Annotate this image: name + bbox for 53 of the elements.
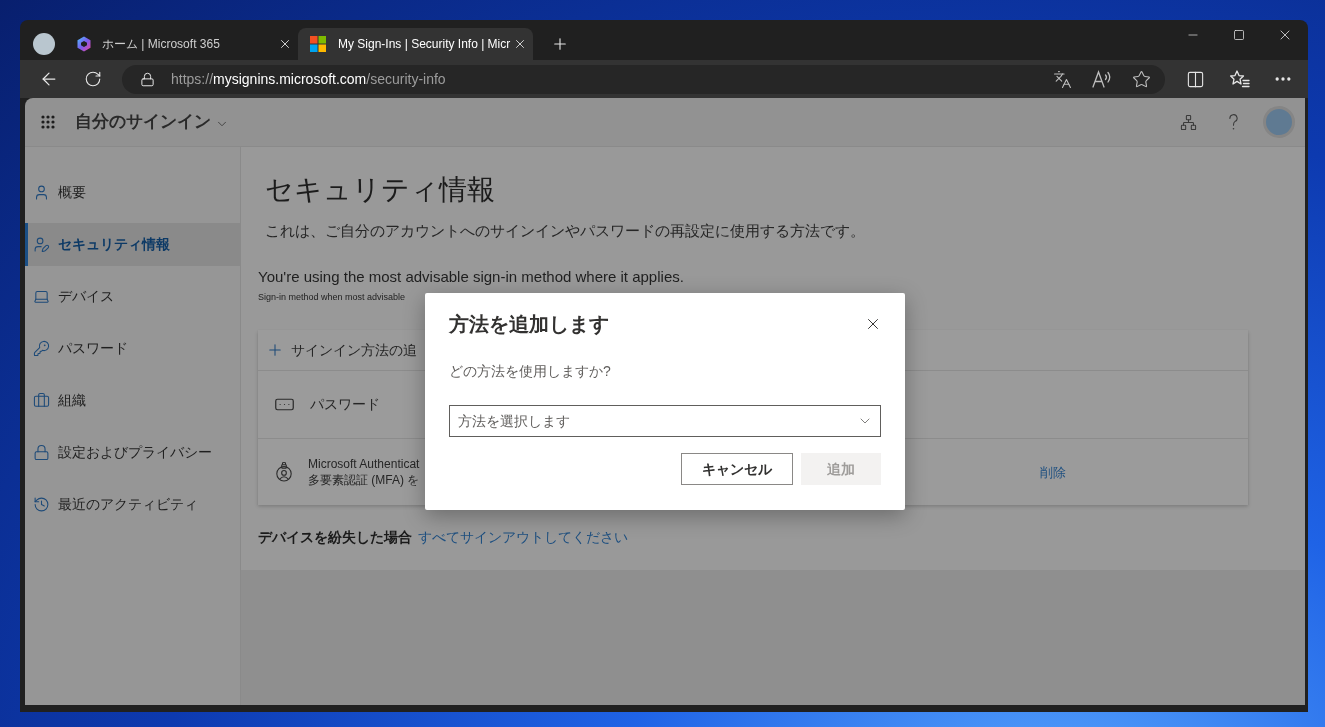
maximize-icon[interactable] <box>1233 29 1245 41</box>
dialog-title: 方法を追加します <box>449 312 609 337</box>
person-pen-icon <box>33 236 50 253</box>
split-screen-icon[interactable] <box>1185 69 1205 89</box>
close-icon[interactable] <box>513 37 527 51</box>
url-text: https://mysignins.microsoft.com/security-info <box>171 69 446 89</box>
method-name: パスワード <box>310 395 380 414</box>
delete-link[interactable]: 削除 <box>1040 465 1066 480</box>
star-list-icon[interactable] <box>1230 70 1250 88</box>
lost-device-label: デバイスを紛失した場合 <box>258 527 412 547</box>
refresh-icon[interactable] <box>84 70 102 88</box>
new-tab-icon[interactable] <box>551 35 569 53</box>
cancel-button[interactable]: キャンセル <box>681 453 793 485</box>
app-title-button[interactable]: 自分のサインイン <box>75 109 229 135</box>
page-description: これは、ご自分のアカウントへのサインインやパスワードの再設定に使用する方法です。 <box>265 221 865 241</box>
person-lock-icon <box>275 462 293 482</box>
app-launcher-icon[interactable] <box>41 115 55 129</box>
briefcase-icon <box>33 392 50 409</box>
laptop-icon <box>33 288 50 305</box>
browser-tab[interactable]: My Sign-Ins | Security Info | Micr <box>298 28 533 60</box>
sidebar-item[interactable]: 最近のアクティビティ <box>25 483 240 526</box>
method-name: Microsoft Authenticat <box>308 456 420 472</box>
padlock-icon[interactable] <box>140 71 155 87</box>
dialog-question: どの方法を使用しますか? <box>449 362 611 381</box>
sidebar-item[interactable]: 概要 <box>25 171 240 214</box>
close-icon[interactable] <box>278 37 292 51</box>
default-method-detail: Sign-in method when most advisable <box>258 291 406 303</box>
profile-avatar[interactable] <box>33 33 55 55</box>
sidebar-item[interactable]: 設定およびプライバシー <box>25 431 240 474</box>
sidebar-item[interactable]: パスワード <box>25 327 240 370</box>
language-icon[interactable] <box>1053 69 1072 89</box>
address-bar[interactable]: https://mysignins.microsoft.com/security-info <box>122 64 1165 94</box>
four-square-logo-icon <box>310 36 326 52</box>
sidebar-item[interactable]: デバイス <box>25 275 240 318</box>
page-title: セキュリティ情報 <box>265 173 495 207</box>
method-detail: 多要素認証 (MFA) を <box>308 472 420 488</box>
lock-icon <box>33 444 50 461</box>
method-select[interactable]: 方法を選択します <box>449 405 881 437</box>
plus-icon <box>266 341 284 359</box>
hexagon-logo-icon <box>76 36 92 52</box>
sign-out-link[interactable]: すべてサインアウトしてください <box>418 526 628 548</box>
browser-tab[interactable]: ホーム | Microsoft 365 <box>65 28 298 60</box>
sidebar-item[interactable]: 組織 <box>25 379 240 422</box>
add-method-button[interactable]: サインイン方法の追 <box>266 339 417 361</box>
org-chart-icon[interactable] <box>1180 113 1197 131</box>
history-icon <box>33 496 50 513</box>
help-icon[interactable] <box>1229 113 1238 131</box>
letter-a-waves-icon[interactable] <box>1092 70 1112 88</box>
sidebar-item[interactable]: セキュリティ情報 <box>25 223 240 266</box>
star-icon[interactable] <box>1132 69 1151 89</box>
key-icon <box>33 340 50 357</box>
person-icon <box>33 184 50 201</box>
default-method-note: You're using the most advisable sign-in method where it applies. <box>258 267 684 287</box>
